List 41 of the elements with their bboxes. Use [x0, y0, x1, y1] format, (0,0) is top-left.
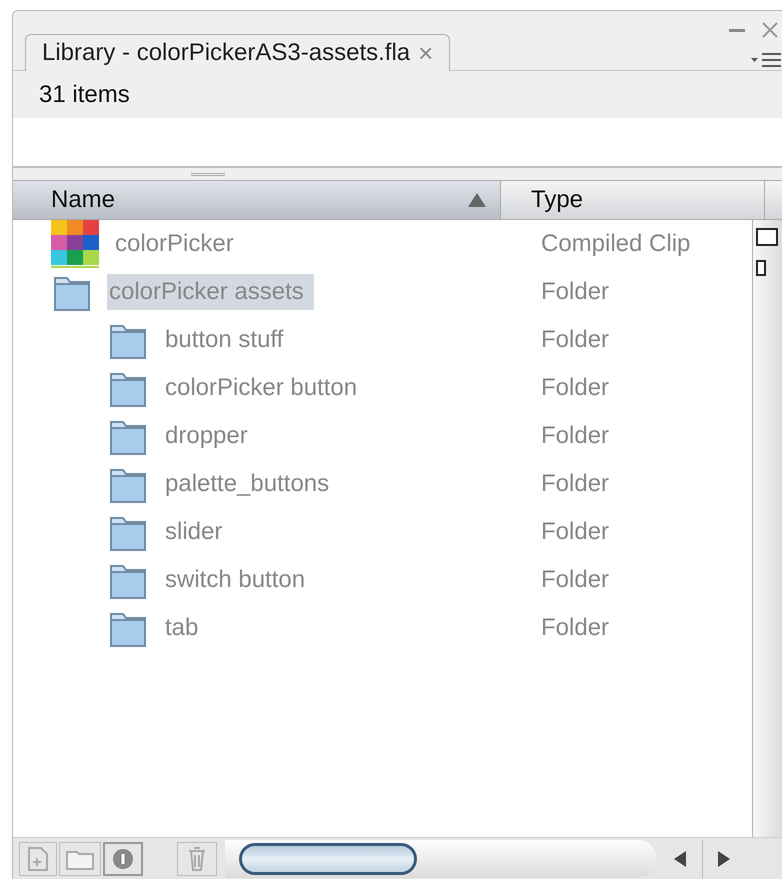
item-type: Folder: [540, 565, 610, 595]
item-name[interactable]: slider: [163, 514, 224, 550]
item-name[interactable]: dropper: [163, 418, 250, 454]
column-header[interactable]: Name: [13, 181, 501, 219]
new-symbol-button[interactable]: [19, 842, 57, 876]
item-count: 31 items: [39, 80, 130, 110]
box-icon: [756, 228, 778, 246]
sort-ascending-icon: [468, 193, 486, 207]
item-type: Compiled Clip: [540, 229, 690, 259]
item-name[interactable]: tab: [163, 610, 200, 646]
left-arrow-icon: [674, 850, 688, 866]
item-type: Folder: [540, 613, 610, 643]
box-icon: [756, 260, 766, 276]
trash-icon: [187, 846, 207, 872]
item-name[interactable]: palette_buttons: [163, 466, 332, 502]
item-name[interactable]: switch button: [163, 562, 308, 598]
horizontal-scrollbar[interactable]: [225, 840, 657, 878]
item-type: Folder: [540, 421, 610, 451]
item-type: Folder: [540, 469, 610, 499]
item-name[interactable]: colorPicker: [113, 226, 236, 262]
item-name[interactable]: colorPicker assets: [107, 274, 314, 310]
right-arrow-icon: [716, 850, 730, 866]
item-type: Folder: [540, 277, 610, 307]
info-icon: [111, 846, 135, 870]
panel-tab[interactable]: Library - colorPickerAS3-assets.fla ×: [25, 34, 450, 71]
new-symbol-icon: [27, 846, 49, 872]
new-folder-button[interactable]: [59, 842, 101, 876]
item-type: Folder: [540, 373, 610, 403]
scroll-thumb[interactable]: [239, 842, 417, 874]
item-type: Folder: [540, 517, 610, 547]
color-grid-icon: [51, 220, 99, 268]
splitter-handle[interactable]: [190, 172, 224, 176]
menu-icon[interactable]: [749, 51, 781, 69]
item-type: Folder: [540, 325, 610, 355]
close-icon[interactable]: [761, 21, 779, 39]
delete-button[interactable]: [177, 842, 217, 876]
item-name[interactable]: button stuff: [163, 322, 286, 358]
column-header[interactable]: Type: [501, 181, 765, 219]
properties-button[interactable]: [103, 842, 143, 876]
close-button[interactable]: ×: [418, 40, 434, 66]
item-name[interactable]: colorPicker button: [163, 370, 360, 406]
